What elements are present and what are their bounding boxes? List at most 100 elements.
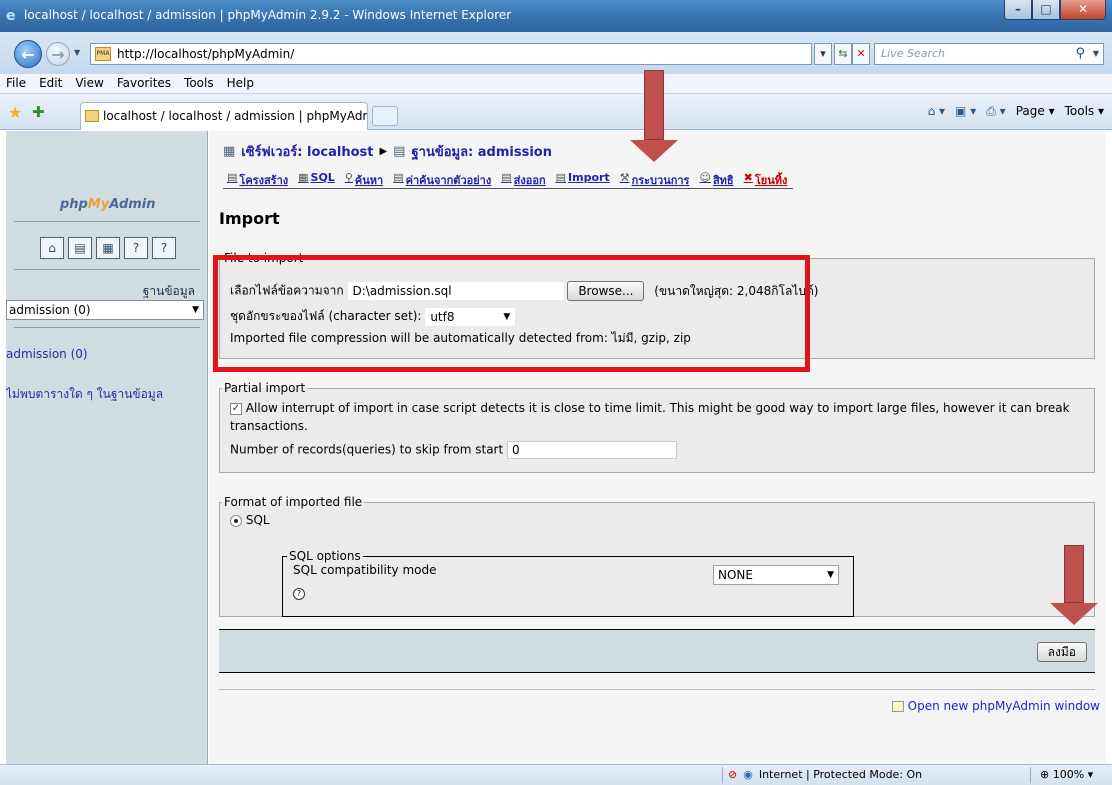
menu-file[interactable]: File xyxy=(6,74,26,93)
skip-row: Number of records(queries) to skip from … xyxy=(230,441,678,459)
search-icon: ⚲ xyxy=(344,171,353,184)
no-tables-message: ไม่พบตารางใด ๆ ในฐานข้อมูล xyxy=(6,387,164,401)
tab-search[interactable]: ⚲ ค้นหา xyxy=(341,169,389,188)
privileges-icon: ☺ xyxy=(699,171,711,184)
fieldset-legend: Format of imported file xyxy=(224,495,363,509)
menu-edit[interactable]: Edit xyxy=(39,74,62,93)
go-button[interactable]: ลงมือ xyxy=(1036,642,1087,662)
query-window-icon[interactable]: ▤ xyxy=(68,237,92,259)
maximize-button[interactable]: □ xyxy=(1032,0,1060,20)
drop-icon: ✖ xyxy=(743,171,753,184)
database-select[interactable]: admission (0) ▼ xyxy=(6,300,204,320)
open-new-window-link[interactable]: Open new phpMyAdmin window xyxy=(891,699,1100,713)
search-icon[interactable]: ⚲ xyxy=(1075,44,1085,64)
sql-icon[interactable]: ▦ xyxy=(96,237,120,259)
compat-label: SQL compatibility mode xyxy=(293,563,437,577)
new-tab-button[interactable] xyxy=(372,106,398,126)
history-dropdown-icon[interactable]: ▼ xyxy=(74,48,80,57)
tab-label: ค่าค้นจากตัวอย่าง xyxy=(405,174,492,187)
zoom-icon: ⊕ xyxy=(1040,768,1050,781)
chevron-down-icon: ▼ xyxy=(827,570,834,580)
tab-export[interactable]: ▤ ส่งออก xyxy=(497,169,551,188)
tab-label: Import xyxy=(568,171,610,184)
logo-admin: Admin xyxy=(109,197,156,212)
tab-label: โยนทิ้ง xyxy=(754,174,788,187)
fieldset-legend: SQL options xyxy=(289,549,361,563)
docs-icon[interactable]: ? xyxy=(124,237,148,259)
zoom-control[interactable]: ⊕ 100% ▾ xyxy=(1040,765,1093,785)
command-bar: ⌂ ▾ ▣ ▾ ⎙ ▾ Page ▾ Tools ▾ xyxy=(928,104,1104,119)
tab-sql[interactable]: ▦ SQL xyxy=(294,169,341,188)
tab-label: สิทธิ xyxy=(712,174,734,187)
forward-button[interactable]: → xyxy=(46,42,70,66)
refresh-icon[interactable]: ⇆ xyxy=(834,43,852,65)
menu-view[interactable]: View xyxy=(75,74,103,93)
ie-logo-icon: e xyxy=(6,8,16,24)
page-content: phpMyAdmin ⌂ ▤ ▦ ? ? ฐานข้อมูล admission… xyxy=(6,131,1106,764)
minimize-button[interactable]: – xyxy=(1004,0,1032,20)
add-favorite-icon[interactable]: ✚ xyxy=(32,103,45,121)
close-button[interactable]: ✕ xyxy=(1060,0,1106,20)
search-placeholder: Live Search xyxy=(881,47,945,60)
menu-tools[interactable]: Tools xyxy=(184,74,214,93)
highlight-box xyxy=(213,255,810,372)
tab-drop[interactable]: ✖ โยนทิ้ง xyxy=(740,169,794,188)
compat-select[interactable]: NONE ▼ xyxy=(713,565,839,585)
chevron-down-icon: ▼ xyxy=(192,305,199,315)
favorites-star-icon[interactable]: ★ xyxy=(8,103,22,122)
feeds-icon[interactable]: ▣ ▾ xyxy=(955,104,976,119)
menu-favorites[interactable]: Favorites xyxy=(117,74,171,93)
tab-operations[interactable]: ⚒ กระบวนการ xyxy=(616,169,696,188)
home-icon[interactable]: ⌂ ▾ xyxy=(928,104,945,119)
allow-interrupt-checkbox[interactable]: ✓ xyxy=(230,402,242,415)
page-menu[interactable]: Page ▾ xyxy=(1016,104,1055,119)
tab-label: กระบวนการ xyxy=(631,174,690,187)
menu-help[interactable]: Help xyxy=(227,74,254,93)
db-tabs: ▤ โครงสร้าง ▦ SQL ⚲ ค้นหา ▤ ค่าค้นจากตัวอย่า… xyxy=(223,169,794,189)
divider xyxy=(219,689,1095,690)
url-field[interactable]: PMA http://localhost/phpMyAdmin/ xyxy=(90,43,812,65)
home-icon[interactable]: ⌂ xyxy=(40,237,64,259)
database-link[interactable]: admission (0) xyxy=(6,347,88,361)
submit-bar: ลงมือ xyxy=(219,629,1095,673)
phpmyadmin-logo[interactable]: phpMyAdmin xyxy=(60,197,156,212)
print-icon[interactable]: ⎙ ▾ xyxy=(986,104,1005,119)
tab-import[interactable]: ▤ Import xyxy=(552,169,616,188)
live-search-input[interactable]: Live Search ⚲ ▼ xyxy=(874,43,1104,65)
breadcrumb-database[interactable]: ฐานข้อมูล: admission xyxy=(411,141,552,162)
tab-favicon-icon xyxy=(85,110,99,122)
tab-privileges[interactable]: ☺ สิทธิ xyxy=(695,169,739,188)
menu-bar: File Edit View Favorites Tools Help xyxy=(0,74,1112,94)
export-icon: ▤ xyxy=(501,171,512,184)
divider xyxy=(1030,767,1031,783)
tab-structure[interactable]: ▤ โครงสร้าง xyxy=(223,169,294,188)
divider xyxy=(722,767,723,783)
window-title: localhost / localhost / admission | phpM… xyxy=(24,8,512,22)
partial-import-fieldset: Partial import ✓ Allow interrupt of impo… xyxy=(219,381,1095,473)
tools-menu-label: Tools xyxy=(1064,104,1095,118)
blocked-icon: ⊘ xyxy=(728,768,738,781)
structure-icon: ▤ xyxy=(227,171,238,184)
open-new-window-label: Open new phpMyAdmin window xyxy=(907,699,1100,713)
back-button[interactable]: ← xyxy=(14,40,42,68)
browser-tab[interactable]: localhost / localhost / admission | phpM… xyxy=(80,102,368,130)
sql-radio[interactable] xyxy=(230,514,242,527)
globe-icon: ◉ xyxy=(743,768,753,781)
quick-icons: ⌂ ▤ ▦ ? ? xyxy=(40,237,176,259)
stop-icon[interactable]: ✕ xyxy=(852,43,870,65)
tools-menu[interactable]: Tools ▾ xyxy=(1065,104,1104,119)
mysql-docs-icon[interactable]: ? xyxy=(152,237,176,259)
security-zone[interactable]: ⊘ ◉ Internet | Protected Mode: On xyxy=(728,765,922,785)
divider xyxy=(14,327,200,328)
page-title: Import xyxy=(219,209,280,228)
help-icon[interactable]: ? xyxy=(293,588,305,600)
url-dropdown-icon[interactable]: ▾ xyxy=(814,43,832,65)
database-select-value: admission (0) xyxy=(9,303,91,317)
fieldset-legend: Partial import xyxy=(224,381,306,395)
skip-label: Number of records(queries) to skip from … xyxy=(230,442,504,457)
skip-queries-input[interactable]: 0 xyxy=(507,441,678,459)
compat-value: NONE xyxy=(718,568,753,582)
tab-query[interactable]: ▤ ค่าค้นจากตัวอย่าง xyxy=(389,169,497,188)
breadcrumb-server[interactable]: เซิร์ฟเวอร์: localhost xyxy=(241,141,373,162)
search-dropdown-icon[interactable]: ▼ xyxy=(1093,44,1099,64)
